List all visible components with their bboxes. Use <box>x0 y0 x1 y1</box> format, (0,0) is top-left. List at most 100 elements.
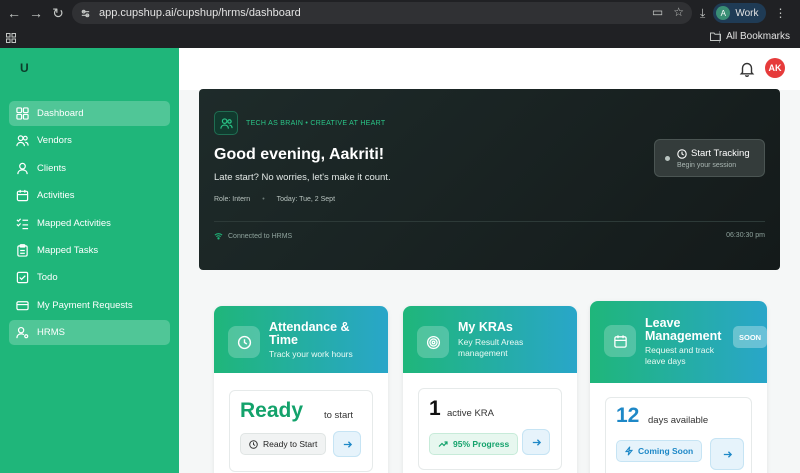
wifi-icon <box>214 233 223 240</box>
user-gear-icon <box>15 326 29 340</box>
leave-days-value: 12 <box>616 404 640 427</box>
checklist-icon <box>15 216 29 230</box>
back-icon[interactable]: ← <box>2 1 26 25</box>
browser-chrome: ← → ↻ app.cupshup.ai/cupshup/hrms/dashbo… <box>0 0 800 48</box>
arrow-right-icon <box>532 438 541 446</box>
role-text: Role: Intern <box>214 196 251 203</box>
leave-arrow-button[interactable] <box>710 438 744 470</box>
card-subtitle-line2: leave days <box>645 356 686 366</box>
attendance-card[interactable]: Attendance & Time Track your work hours … <box>214 306 388 473</box>
kra-count-suffix: active KRA <box>447 408 494 419</box>
chip-label: Ready to Start <box>263 439 318 449</box>
apps-grid-icon[interactable] <box>6 32 16 43</box>
main-content: AK TECH AS BRAIN • CREATIVE AT HEART Goo… <box>179 48 800 473</box>
attendance-arrow-button[interactable] <box>333 431 361 457</box>
leave-days-suffix: days available <box>648 415 709 426</box>
user-avatar[interactable]: AK <box>765 58 785 78</box>
sidebar-item-label: Clients <box>37 162 67 174</box>
users-icon <box>15 134 29 148</box>
card-icon-badge <box>417 326 449 358</box>
profile-label: Work <box>735 7 759 19</box>
card-title: My KRAs <box>458 320 513 334</box>
sidebar-item-clients[interactable]: Clients <box>9 156 170 181</box>
url-text: app.cupshup.ai/cupshup/hrms/dashboard <box>99 7 301 19</box>
sidebar-item-vendors[interactable]: Vendors <box>9 128 170 153</box>
status-dot <box>665 156 670 161</box>
sidebar-item-activities[interactable]: Activities <box>9 183 170 208</box>
start-tracking-label: Start Tracking <box>691 148 750 159</box>
profile-avatar: A <box>716 6 731 20</box>
card-subtitle-line2: management <box>458 348 508 358</box>
card-header: My KRAs Key Result Areas management <box>403 306 577 373</box>
sidebar-item-dashboard[interactable]: Dashboard <box>9 101 170 126</box>
card-subtitle: Track your work hours <box>269 349 353 359</box>
bookmark-star-icon[interactable]: ☆ <box>673 5 684 19</box>
chip-label: 95% Progress <box>453 439 510 449</box>
forward-icon[interactable]: → <box>24 1 48 25</box>
start-tracking-subtitle: Begin your session <box>677 162 737 169</box>
reload-icon[interactable]: ↻ <box>46 1 70 25</box>
card-header: Attendance & Time Track your work hours <box>214 306 388 373</box>
card-icon <box>15 298 29 312</box>
all-bookmarks-button[interactable]: All Bookmarks <box>710 31 790 42</box>
sidebar-item-label: Dashboard <box>37 108 84 119</box>
top-header: AK <box>179 48 800 90</box>
card-title-line2: Management <box>645 329 722 343</box>
team-badge <box>214 111 238 135</box>
start-tracking-title: Start Tracking <box>677 148 750 159</box>
greeting-subtitle: Late start? No worries, let's make it co… <box>214 172 391 183</box>
attendance-status-value: Ready <box>240 399 304 422</box>
calendar-icon <box>613 334 627 348</box>
sidebar-item-label: Mapped Activities <box>37 217 111 229</box>
hero-divider <box>214 221 765 222</box>
card-header: Leave Management Request and track leave… <box>590 301 767 383</box>
clock-icon <box>249 439 258 449</box>
bolt-icon <box>625 446 633 456</box>
browser-menu-icon[interactable]: ⋮ <box>774 6 786 20</box>
kras-arrow-button[interactable] <box>522 429 550 455</box>
progress-chip[interactable]: 95% Progress <box>429 433 519 455</box>
sidebar-item-mapped-tasks[interactable]: Mapped Tasks <box>9 238 170 263</box>
target-icon <box>426 335 440 349</box>
card-subtitle: Request and track <box>645 345 714 355</box>
greeting-title: Good evening, Aakriti! <box>214 146 385 163</box>
profile-button[interactable]: A Work <box>713 3 767 23</box>
ready-to-start-chip[interactable]: Ready to Start <box>240 433 327 455</box>
download-icon[interactable]: ⤓ <box>700 6 705 21</box>
card-body: 12 days available Coming Soon <box>605 397 752 473</box>
sidebar-item-label: Todo <box>37 272 58 284</box>
card-title-line2: Time <box>269 333 298 347</box>
card-subtitle: Key Result Areas <box>458 337 524 347</box>
sidebar-item-my-payment-requests[interactable]: My Payment Requests <box>9 293 170 318</box>
sidebar-item-todo[interactable]: Todo <box>9 265 170 290</box>
clock-icon <box>237 335 251 349</box>
attendance-status-suffix: to start <box>324 410 354 421</box>
leave-card[interactable]: Leave Management Request and track leave… <box>590 301 767 473</box>
chip-label: Coming Soon <box>638 446 694 456</box>
sidebar-item-hrms[interactable]: HRMS <box>9 320 170 346</box>
calendar-icon <box>15 189 29 203</box>
user-icon <box>15 161 29 175</box>
kras-card[interactable]: My KRAs Key Result Areas management 1 ac… <box>403 306 577 473</box>
team-icon <box>219 117 233 129</box>
card-icon-badge <box>228 326 260 358</box>
clipboard-icon <box>15 243 29 257</box>
date-text: Today: Tue, 2 Sept <box>276 196 336 203</box>
cast-icon[interactable]: ▭ <box>652 5 663 19</box>
start-tracking-button[interactable]: Start Tracking Begin your session <box>654 139 765 177</box>
bell-icon[interactable] <box>738 60 756 78</box>
hero-tagline: TECH AS BRAIN • CREATIVE AT HEART <box>246 120 386 127</box>
address-bar[interactable]: app.cupshup.ai/cupshup/hrms/dashboard ▭ … <box>72 2 692 24</box>
all-bookmarks-label: All Bookmarks <box>726 31 790 42</box>
checkbox-icon <box>15 271 29 285</box>
sidebar-item-label: My Payment Requests <box>37 299 133 311</box>
sidebar-item-label: HRMS <box>37 327 65 339</box>
grid-icon <box>15 107 29 121</box>
meta-dot: • <box>262 196 265 203</box>
sidebar: U Dashboard Vendors Clients Activities M… <box>0 48 179 473</box>
app-logo[interactable]: U <box>20 61 29 75</box>
sidebar-item-mapped-activities[interactable]: Mapped Activities <box>9 211 170 236</box>
card-body: 1 active KRA 95% Progress <box>418 388 562 470</box>
coming-soon-chip[interactable]: Coming Soon <box>616 440 703 462</box>
site-settings-icon[interactable] <box>80 8 91 19</box>
